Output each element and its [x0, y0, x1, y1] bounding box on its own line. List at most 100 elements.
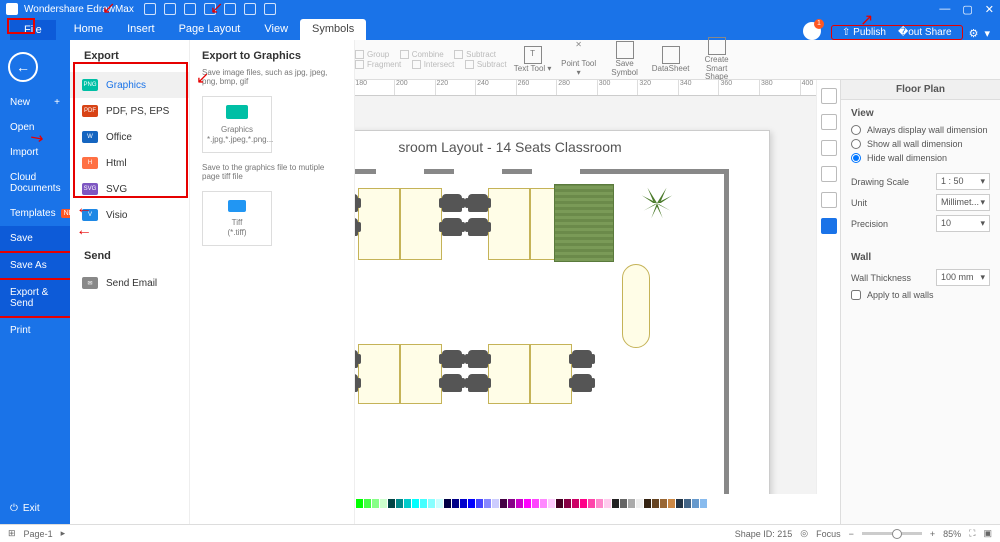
color-swatch[interactable]	[420, 499, 427, 508]
color-swatch[interactable]	[452, 499, 459, 508]
chair[interactable]	[572, 374, 592, 392]
sidebar-item-templates[interactable]: TemplatesNEW	[0, 201, 70, 226]
color-swatch[interactable]	[572, 499, 579, 508]
color-swatch[interactable]	[428, 499, 435, 508]
desk[interactable]	[530, 344, 572, 404]
chair[interactable]	[442, 350, 462, 368]
tab-view[interactable]: View	[252, 19, 300, 40]
send-email[interactable]: ✉Send Email	[70, 270, 189, 296]
color-swatch[interactable]	[556, 499, 563, 508]
color-swatch[interactable]	[620, 499, 627, 508]
rail-text-icon[interactable]	[821, 192, 837, 208]
desk[interactable]	[400, 344, 442, 404]
ribbon-shape-ops[interactable]: Group Combine Subtract Fragment Intersec…	[355, 50, 507, 69]
export-graphics[interactable]: PNGGraphics	[70, 72, 189, 98]
wall-thickness-select[interactable]: 100 mm▾	[936, 269, 990, 286]
color-swatch[interactable]	[540, 499, 547, 508]
export-html[interactable]: HHtml	[70, 150, 189, 176]
color-swatch[interactable]	[588, 499, 595, 508]
color-swatch[interactable]	[356, 499, 363, 508]
chair[interactable]	[442, 194, 462, 212]
opt-hide[interactable]: Hide wall dimension	[851, 153, 990, 163]
page-nav-icon[interactable]: ⊞	[8, 528, 16, 539]
opt-show-all[interactable]: Show all wall dimension	[851, 139, 990, 149]
file-tab[interactable]: File	[10, 20, 56, 40]
rail-floorplan-icon[interactable]	[821, 218, 837, 234]
maximize-icon[interactable]: ▢	[962, 3, 972, 16]
qat-page-icon[interactable]	[224, 3, 236, 15]
rail-image-icon[interactable]	[821, 166, 837, 182]
color-swatch[interactable]	[660, 499, 667, 508]
zoom-out-icon[interactable]: −	[849, 529, 854, 539]
desk[interactable]	[488, 188, 530, 260]
desk[interactable]	[488, 344, 530, 404]
color-swatch[interactable]	[644, 499, 651, 508]
qat-more-icon[interactable]	[264, 3, 276, 15]
page-next-icon[interactable]: ▸	[61, 528, 66, 539]
qat-redo-icon[interactable]	[184, 3, 196, 15]
text-tool-button[interactable]: TText Tool ▾	[513, 46, 553, 74]
qat-undo-icon[interactable]	[164, 3, 176, 15]
chair[interactable]	[442, 218, 462, 236]
export-svg[interactable]: SVGSVG	[70, 176, 189, 202]
export-pdf[interactable]: PDFPDF, PS, EPS	[70, 98, 189, 124]
color-swatch[interactable]	[396, 499, 403, 508]
save-symbol-button[interactable]: Save Symbol	[605, 41, 645, 78]
zoom-slider[interactable]	[862, 532, 922, 535]
sidebar-item-save-as[interactable]: Save As	[0, 253, 70, 280]
rail-brush-icon[interactable]	[821, 114, 837, 130]
color-swatch[interactable]	[388, 499, 395, 508]
apply-all-walls[interactable]: Apply to all walls	[851, 290, 990, 300]
fullscreen-icon[interactable]: ▣	[983, 528, 992, 539]
color-swatch[interactable]	[580, 499, 587, 508]
color-swatch[interactable]	[604, 499, 611, 508]
color-swatch[interactable]	[548, 499, 555, 508]
color-swatch[interactable]	[492, 499, 499, 508]
publish-share-group[interactable]: ⇧ Publish �out Share	[831, 25, 963, 40]
plant[interactable]	[638, 184, 676, 222]
color-swatch[interactable]	[444, 499, 451, 508]
opt-always-display[interactable]: Always display wall dimension	[851, 125, 990, 135]
color-swatch[interactable]	[508, 499, 515, 508]
color-swatch[interactable]	[412, 499, 419, 508]
tab-page-layout[interactable]: Page Layout	[167, 19, 253, 40]
color-swatch[interactable]	[668, 499, 675, 508]
chair[interactable]	[468, 218, 488, 236]
help-dropdown-icon[interactable]: ▾	[984, 27, 990, 40]
export-office[interactable]: WOffice	[70, 124, 189, 150]
color-swatch[interactable]	[636, 499, 643, 508]
color-swatch[interactable]	[700, 499, 707, 508]
color-swatch[interactable]	[676, 499, 683, 508]
close-icon[interactable]: ✕	[985, 3, 994, 16]
color-swatch[interactable]	[500, 499, 507, 508]
color-swatch[interactable]	[684, 499, 691, 508]
point-tool-button[interactable]: ✕Point Tool ▾	[559, 41, 599, 78]
color-swatch[interactable]	[436, 499, 443, 508]
datasheet-button[interactable]: DataSheet	[651, 46, 691, 74]
color-swatch[interactable]	[404, 499, 411, 508]
color-swatch[interactable]	[484, 499, 491, 508]
color-swatch[interactable]	[612, 499, 619, 508]
color-swatch[interactable]	[372, 499, 379, 508]
back-icon[interactable]: ←	[8, 52, 38, 82]
desk[interactable]	[400, 188, 442, 260]
color-swatch[interactable]	[564, 499, 571, 508]
settings-icon[interactable]: ⚙	[969, 27, 979, 40]
chair[interactable]	[572, 350, 592, 368]
color-swatch[interactable]	[652, 499, 659, 508]
drawing-scale-select[interactable]: 1 : 50▾	[936, 173, 990, 190]
window-buttons[interactable]: — ▢ ✕	[939, 3, 994, 16]
sidebar-item-print[interactable]: Print	[0, 318, 70, 343]
chair[interactable]	[442, 374, 462, 392]
zoom-in-icon[interactable]: +	[930, 529, 935, 539]
precision-select[interactable]: 10▾	[936, 215, 990, 232]
color-swatch[interactable]	[628, 499, 635, 508]
color-swatch[interactable]	[692, 499, 699, 508]
sidebar-item-cloud[interactable]: Cloud Documents	[0, 165, 70, 201]
tab-home[interactable]: Home	[62, 19, 115, 40]
color-swatch[interactable]	[380, 499, 387, 508]
color-swatch[interactable]	[364, 499, 371, 508]
color-swatch[interactable]	[524, 499, 531, 508]
minimize-icon[interactable]: —	[939, 3, 950, 16]
rail-cursor-icon[interactable]	[821, 88, 837, 104]
